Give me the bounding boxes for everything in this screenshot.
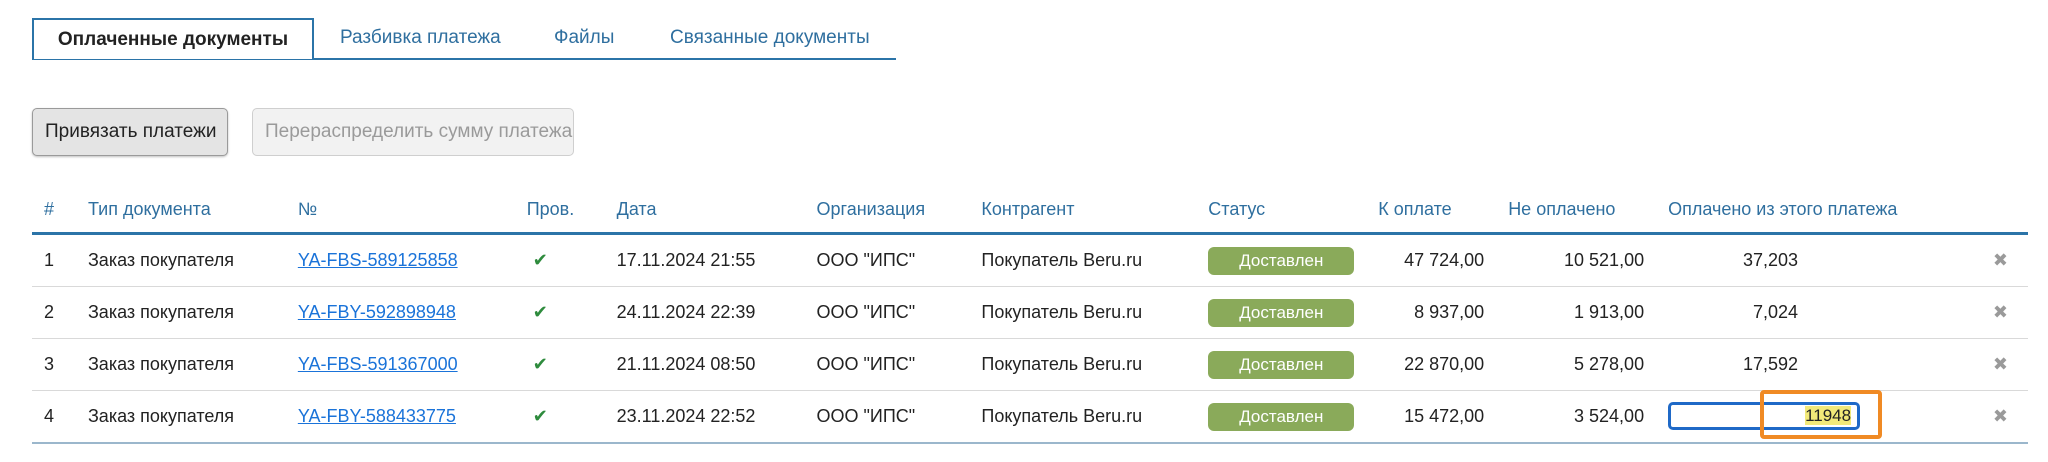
unpaid-amount: 1 913,00: [1508, 286, 1669, 339]
to-pay-amount: 8 937,00: [1378, 286, 1509, 339]
paid-amount[interactable]: 7,024: [1668, 286, 1929, 339]
check-icon: ✔: [532, 250, 548, 270]
posted-cell: ✔: [526, 338, 617, 391]
status-cell: Доставлен: [1208, 233, 1379, 287]
paid-amount[interactable]: 37,203: [1668, 233, 1929, 287]
header-to-pay[interactable]: К оплате: [1378, 186, 1509, 235]
organization: ООО "ИПС": [816, 233, 982, 287]
counterparty: Покупатель Beru.ru: [981, 286, 1209, 339]
status-badge: Доставлен: [1208, 246, 1355, 275]
doc-number-cell: YA-FBS-589125858: [297, 233, 527, 287]
header-posted[interactable]: Пров.: [526, 186, 617, 235]
status-badge: Доставлен: [1208, 298, 1355, 327]
tab-bar: Оплаченные документы Разбивка платежа Фа…: [32, 18, 896, 60]
header-date[interactable]: Дата: [616, 186, 817, 235]
doc-type: Заказ покупателя: [87, 286, 298, 339]
check-icon: ✔: [532, 354, 548, 374]
doc-type: Заказ покупателя: [87, 233, 298, 287]
status-cell: Доставлен: [1208, 286, 1379, 339]
header-status[interactable]: Статус: [1208, 186, 1379, 235]
unpaid-amount: 10 521,00: [1508, 233, 1669, 287]
to-pay-amount: 47 724,00: [1378, 233, 1509, 287]
tab-files[interactable]: Файлы: [554, 18, 614, 58]
header-doc-type[interactable]: Тип документа: [87, 186, 298, 235]
posted-cell: ✔: [526, 286, 617, 339]
row-number: 4: [32, 390, 88, 444]
counterparty: Покупатель Beru.ru: [981, 338, 1209, 391]
delete-row-icon[interactable]: ✖: [1928, 390, 2028, 444]
doc-number-cell: YA-FBS-591367000: [297, 338, 527, 391]
tab-paid-documents[interactable]: Оплаченные документы: [32, 18, 314, 59]
organization: ООО "ИПС": [816, 286, 982, 339]
unpaid-amount: 3 524,00: [1508, 390, 1669, 444]
doc-number-link[interactable]: YA-FBY-592898948: [298, 302, 456, 322]
doc-number-link[interactable]: YA-FBS-591367000: [298, 354, 458, 374]
tab-related-documents[interactable]: Связанные документы: [670, 18, 870, 58]
status-badge: Доставлен: [1208, 350, 1355, 379]
status-cell: Доставлен: [1208, 390, 1379, 444]
check-icon: ✔: [532, 406, 548, 426]
redistribute-payment-button: Перераспределить сумму платежа: [252, 108, 574, 156]
paid-documents-table: # Тип документа № Пров. Дата Организация…: [32, 186, 2028, 444]
doc-type: Заказ покупателя: [87, 338, 298, 391]
doc-number-link[interactable]: YA-FBS-589125858: [298, 250, 458, 270]
paid-amount-editor: 11948: [1668, 390, 1928, 442]
selected-text[interactable]: 11948: [1805, 406, 1852, 425]
posted-cell: ✔: [526, 233, 617, 287]
header-number[interactable]: #: [32, 186, 88, 235]
doc-date: 23.11.2024 22:52: [616, 390, 817, 444]
table-row: 3 Заказ покупателя YA-FBS-591367000 ✔ 21…: [32, 338, 2028, 391]
unpaid-amount: 5 278,00: [1508, 338, 1669, 391]
table-row: 1 Заказ покупателя YA-FBS-589125858 ✔ 17…: [32, 233, 2028, 287]
row-number: 2: [32, 286, 88, 339]
row-number: 3: [32, 338, 88, 391]
organization: ООО "ИПС": [816, 338, 982, 391]
doc-date: 17.11.2024 21:55: [616, 233, 817, 287]
to-pay-amount: 15 472,00: [1378, 390, 1509, 444]
header-organization[interactable]: Организация: [816, 186, 982, 235]
header-doc-no[interactable]: №: [297, 186, 527, 235]
bind-payments-button[interactable]: Привязать платежи: [32, 108, 228, 156]
doc-number-cell: YA-FBY-588433775: [297, 390, 527, 444]
to-pay-amount: 22 870,00: [1378, 338, 1509, 391]
header-unpaid[interactable]: Не оплачено: [1508, 186, 1669, 235]
paid-amount-cell: 11948: [1668, 390, 1929, 444]
row-number: 1: [32, 233, 88, 287]
header-counterparty[interactable]: Контрагент: [981, 186, 1209, 235]
table-header-row: # Тип документа № Пров. Дата Организация…: [32, 186, 2028, 235]
delete-row-icon[interactable]: ✖: [1928, 286, 2028, 339]
delete-row-icon[interactable]: ✖: [1928, 233, 2028, 287]
organization: ООО "ИПС": [816, 390, 982, 444]
doc-date: 24.11.2024 22:39: [616, 286, 817, 339]
paid-amount[interactable]: 17,592: [1668, 338, 1929, 391]
doc-date: 21.11.2024 08:50: [616, 338, 817, 391]
delete-row-icon[interactable]: ✖: [1928, 338, 2028, 391]
paid-amount-input[interactable]: 11948: [1668, 402, 1861, 430]
posted-cell: ✔: [526, 390, 617, 444]
tab-payment-breakdown[interactable]: Разбивка платежа: [340, 18, 501, 58]
doc-number-cell: YA-FBY-592898948: [297, 286, 527, 339]
header-actions: [1928, 186, 2028, 235]
status-badge: Доставлен: [1208, 402, 1355, 431]
counterparty: Покупатель Beru.ru: [981, 390, 1209, 444]
doc-number-link[interactable]: YA-FBY-588433775: [298, 406, 456, 426]
counterparty: Покупатель Beru.ru: [981, 233, 1209, 287]
table-row: 4 Заказ покупателя YA-FBY-588433775 ✔ 23…: [32, 390, 2028, 444]
table-row: 2 Заказ покупателя YA-FBY-592898948 ✔ 24…: [32, 286, 2028, 339]
header-paid-from-payment[interactable]: Оплачено из этого платежа: [1668, 186, 1929, 235]
check-icon: ✔: [532, 302, 548, 322]
doc-type: Заказ покупателя: [87, 390, 298, 444]
status-cell: Доставлен: [1208, 338, 1379, 391]
